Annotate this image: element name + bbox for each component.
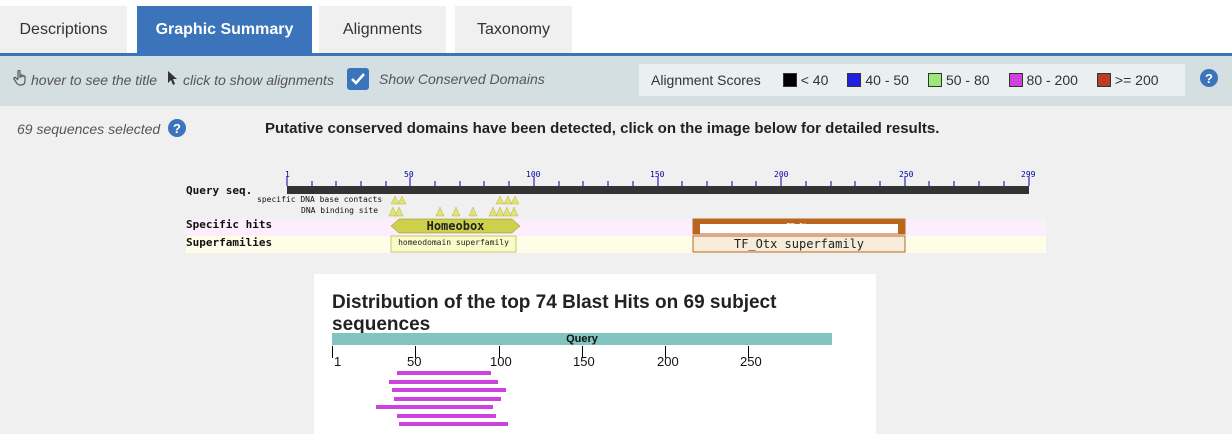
click-hint-text: click to show alignments xyxy=(183,71,334,88)
legend-item: 80 - 200 xyxy=(1008,72,1078,88)
legend-item: < 40 xyxy=(782,72,829,88)
legend-swatch-red xyxy=(1096,73,1111,87)
blast-hit-bar[interactable] xyxy=(394,396,502,401)
blast-hit-bar[interactable] xyxy=(397,413,497,418)
blast-hit-bar[interactable] xyxy=(399,422,509,426)
specific-dna-contacts-label: specific DNA base contacts xyxy=(257,195,383,204)
blast-hit-bar[interactable] xyxy=(375,405,494,409)
conserved-domain-image[interactable]: Query seq. 1 50 100 150 200 250 299 spec… xyxy=(186,168,1046,258)
conserved-domain-header: Putative conserved domains have been det… xyxy=(265,120,940,137)
tab-bar: Descriptions Graphic Summary Alignments … xyxy=(0,0,1232,56)
alignment-score-legend: Alignment Scores < 40 40 - 50 50 - 80 80… xyxy=(639,64,1185,96)
legend-label: 40 - 50 xyxy=(865,72,909,88)
axis-tick-label: 200 xyxy=(657,354,679,369)
legend-swatch-black xyxy=(782,73,797,87)
specific-hits-label: Specific hits xyxy=(186,218,273,231)
axis-tick-label: 50 xyxy=(407,354,422,369)
checkbox-checked-icon[interactable] xyxy=(347,68,369,90)
axis-tick xyxy=(332,346,333,358)
tf-otx-hit[interactable]: TF_Otx xyxy=(693,222,905,230)
blast-hit-bar[interactable] xyxy=(389,379,499,384)
tab-descriptions[interactable]: Descriptions xyxy=(0,6,127,54)
arrow-cursor-icon xyxy=(167,70,179,89)
help-icon[interactable]: ? xyxy=(1200,69,1218,87)
legend-label: 50 - 80 xyxy=(945,72,990,88)
legend-label: >= 200 xyxy=(1114,72,1159,88)
legend-swatch-magenta xyxy=(1008,73,1023,87)
blast-hit-bar[interactable] xyxy=(397,371,492,375)
distribution-title: Distribution of the top 74 Blast Hits on… xyxy=(332,292,777,335)
click-hint: click to show alignments xyxy=(167,70,334,89)
tf-otx-superfamily[interactable]: TF_Otx superfamily xyxy=(693,237,905,251)
hover-hint: hover to see the title xyxy=(13,69,158,89)
tab-alignments[interactable]: Alignments xyxy=(319,6,446,54)
superfamilies-label: Superfamilies xyxy=(186,236,273,249)
legend-item: 40 - 50 xyxy=(847,72,909,88)
hover-hint-text: hover to see the title xyxy=(31,71,158,88)
blast-hit-bar[interactable] xyxy=(392,388,507,392)
hand-pointer-icon xyxy=(13,69,27,89)
legend-title: Alignment Scores xyxy=(651,72,761,88)
legend-item: 50 - 80 xyxy=(927,72,990,88)
tab-taxonomy[interactable]: Taxonomy xyxy=(455,6,572,54)
legend-label: < 40 xyxy=(800,72,829,88)
blast-hit-distribution: Distribution of the top 74 Blast Hits on… xyxy=(314,274,876,434)
legend-label: 80 - 200 xyxy=(1026,72,1078,88)
axis-tick-label: 1 xyxy=(334,354,342,369)
axis-tick-label: 100 xyxy=(490,354,512,369)
legend-item: >= 200 xyxy=(1096,72,1159,88)
show-cd-label: Show Conserved Domains xyxy=(379,71,545,87)
dna-binding-site-label: DNA binding site xyxy=(301,206,379,215)
help-icon[interactable]: ? xyxy=(168,119,186,137)
query-bar: Query xyxy=(332,333,832,345)
graphic-toolbar: hover to see the title click to show ali… xyxy=(0,56,1232,106)
sequences-selected: 69 sequences selected xyxy=(17,121,161,137)
axis-tick-label: 150 xyxy=(573,354,595,369)
homeodomain-superfamily[interactable]: homeodomain superfamily xyxy=(391,238,516,247)
homeobox-hit[interactable]: Homeobox xyxy=(391,219,520,233)
tab-graphic-summary[interactable]: Graphic Summary xyxy=(137,6,312,54)
show-cd-toggle[interactable]: Show Conserved Domains xyxy=(347,68,545,90)
legend-swatch-blue xyxy=(847,73,862,87)
legend-swatch-green xyxy=(927,73,942,87)
axis-tick-label: 250 xyxy=(740,354,762,369)
